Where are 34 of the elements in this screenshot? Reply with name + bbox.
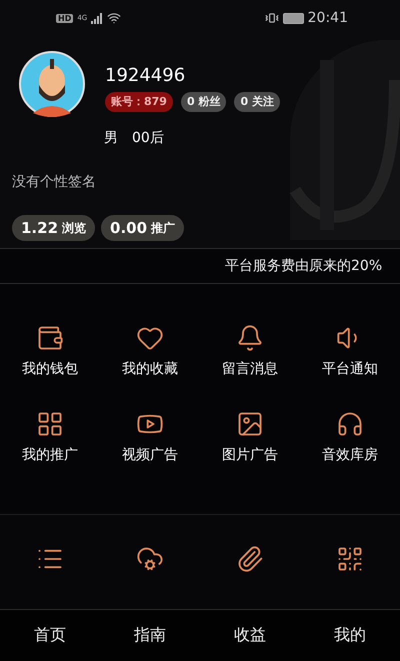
wifi-icon bbox=[107, 11, 122, 25]
signature-text: 没有个性签名 bbox=[11, 173, 97, 191]
menu-item[interactable]: 音效库房 bbox=[300, 410, 400, 464]
menu-item[interactable]: 视频广告 bbox=[100, 410, 200, 464]
fans-count[interactable]: 0 粉丝 bbox=[180, 92, 226, 112]
user-id: 1924496 bbox=[105, 65, 186, 86]
stat-chip: 0.00 推广 bbox=[101, 215, 184, 241]
menu-item[interactable]: 我的推广 bbox=[0, 410, 100, 464]
menu-item[interactable]: 平台通知 bbox=[300, 324, 400, 378]
menu-item[interactable]: 留言消息 bbox=[200, 324, 300, 378]
bell-icon bbox=[236, 324, 264, 352]
tab-item[interactable]: 首页 bbox=[30, 621, 70, 650]
wallet-icon bbox=[36, 324, 64, 352]
following-count[interactable]: 0 关注 bbox=[234, 92, 280, 112]
menu-item[interactable]: 我的钱包 bbox=[0, 324, 100, 378]
account-number: 账号：879 bbox=[105, 92, 173, 112]
image-icon bbox=[236, 410, 264, 438]
vibrate-icon bbox=[264, 11, 279, 25]
stat-chip: 1.22 浏览 bbox=[12, 215, 96, 241]
tab-item[interactable]: 指南 bbox=[130, 621, 170, 650]
battery-icon bbox=[282, 12, 304, 24]
hd-indicator: HD bbox=[56, 14, 74, 22]
tab-item[interactable]: 我的 bbox=[330, 621, 370, 650]
age-group-text: 00后 bbox=[132, 129, 164, 147]
menu-item[interactable]: 我的收藏 bbox=[100, 324, 200, 378]
signal-icon bbox=[91, 12, 104, 24]
grid-icon bbox=[36, 410, 64, 438]
tab-item[interactable]: 收益 bbox=[230, 621, 270, 650]
gender-text: 男 bbox=[104, 129, 118, 147]
avatar-icon[interactable] bbox=[19, 51, 85, 117]
clock-time: 20:41 bbox=[308, 10, 348, 26]
menu-item[interactable]: 图片广告 bbox=[200, 410, 300, 464]
notice-ticker: 平台服务费由原来的20% bbox=[0, 248, 400, 284]
headphones-icon bbox=[336, 410, 364, 438]
